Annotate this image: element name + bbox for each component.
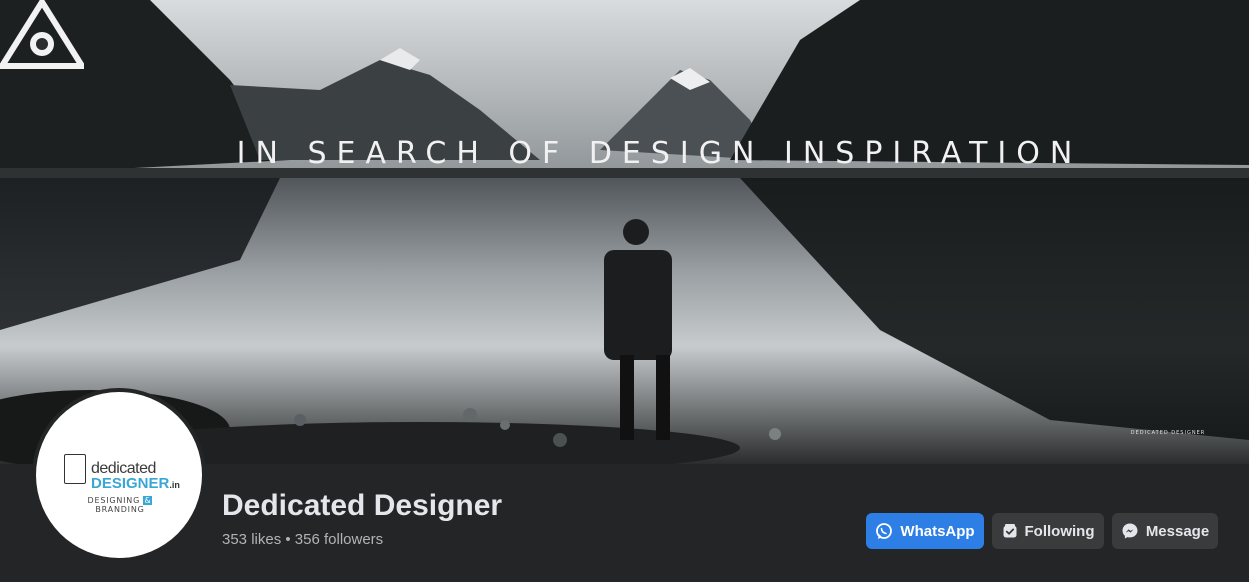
page-title[interactable]: Dedicated Designer: [222, 489, 502, 523]
logo-tagline: DESIGNING & BRANDING: [62, 496, 178, 514]
message-label: Message: [1145, 522, 1210, 540]
avatar[interactable]: dedicated DESIGNER.in DESIGNING & BRANDI…: [32, 388, 206, 562]
logo-word-designer: DESIGNER.in: [91, 475, 180, 492]
logo-tagline-amp: &: [143, 496, 153, 505]
cover-landscape: [0, 0, 1249, 464]
whatsapp-label: WhatsApp: [900, 522, 975, 540]
logo-word-designer-text: DESIGNER: [91, 475, 170, 492]
cover-logo-text: DEDICATED DESIGNER: [1130, 430, 1206, 436]
following-icon: [1003, 524, 1016, 538]
following-label: Following: [1024, 522, 1095, 540]
message-button[interactable]: Message: [1112, 513, 1218, 549]
following-button[interactable]: Following: [992, 513, 1104, 549]
avatar-logo: dedicated DESIGNER.in DESIGNING & BRANDI…: [36, 392, 202, 558]
whatsapp-button[interactable]: WhatsApp: [866, 513, 984, 549]
page-stats[interactable]: 353 likes • 356 followers: [222, 531, 383, 548]
messenger-icon: [1122, 523, 1138, 539]
logo-mark-icon: [64, 454, 86, 484]
dedicated-designer-logo-icon: [0, 0, 84, 69]
cover-headline: IN SEARCH OF DESIGN INSPIRATION: [236, 136, 1083, 171]
logo-tagline-left: DESIGNING: [87, 496, 141, 505]
logo-tagline-right: BRANDING: [95, 505, 145, 514]
cover-photo[interactable]: IN SEARCH OF DESIGN INSPIRATION DEDICATE…: [0, 0, 1249, 464]
whatsapp-icon: [876, 523, 893, 539]
logo-suffix: .in: [169, 480, 180, 490]
